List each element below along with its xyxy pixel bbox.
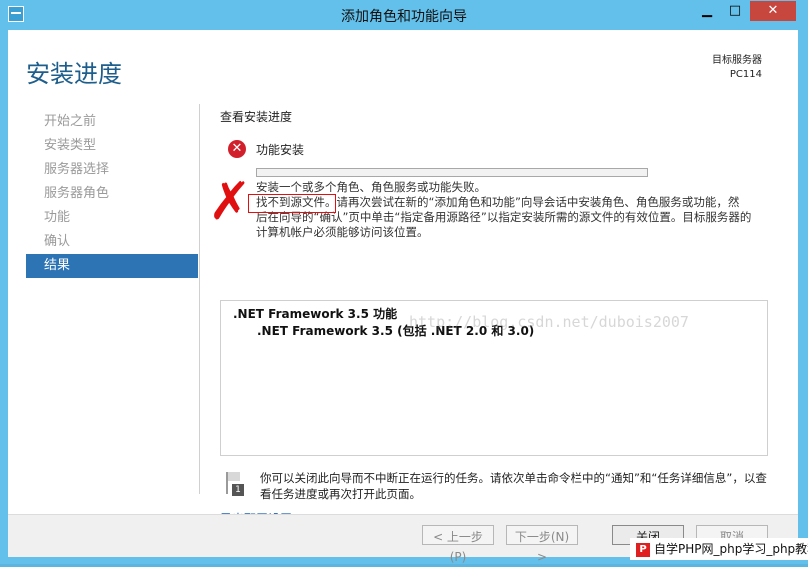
install-progress-bar (256, 168, 648, 177)
window-title: 添加角色和功能向导 (341, 9, 467, 25)
flag-notification-icon: 1 (226, 472, 244, 496)
site-badge-text: 自学PHP网_php学习_php教程 (654, 542, 808, 556)
nav-item-results[interactable]: 结果 (26, 254, 198, 278)
progress-fill (257, 169, 647, 176)
status-label: 功能安装 (256, 143, 305, 157)
minimize-button[interactable]: ▁ (694, 1, 720, 21)
nav-item-features[interactable]: 功能 (26, 206, 198, 230)
previous-button[interactable]: < 上一步(P) (422, 525, 494, 564)
nav-item-server-roles[interactable]: 服务器角色 (26, 182, 198, 206)
nav-item-installation-type[interactable]: 安装类型 (26, 134, 198, 158)
nav-divider (199, 104, 200, 494)
wizard-body: 安装进度 目标服务器 PC114 开始之前 安装类型 服务器选择 服务器角色 功… (8, 30, 798, 564)
failure-line: 计算机帐户必须能够访问该位置。 (256, 225, 429, 239)
maximize-button[interactable]: □ (722, 1, 748, 21)
target-server: 目标服务器 PC114 (712, 54, 762, 82)
nav-item-before-you-begin[interactable]: 开始之前 (26, 110, 198, 134)
target-server-label: 目标服务器 (712, 55, 762, 66)
failure-line: 安装一个或多个角色、角色服务或功能失败。 (256, 180, 486, 194)
next-button[interactable]: 下一步(N) > (506, 525, 578, 564)
wizard-window: 添加角色和功能向导 ▁ □ ✕ 安装进度 目标服务器 PC114 开始之前 安装… (0, 0, 808, 564)
nav-item-server-selection[interactable]: 服务器选择 (26, 158, 198, 182)
page-title: 安装进度 (26, 60, 122, 88)
result-feature: .NET Framework 3.5 功能 (233, 307, 398, 321)
highlight-box-annotation (248, 194, 336, 213)
notice-text: 你可以关闭此向导而不中断正在运行的任务。请依次单击命令栏中的“通知”和“任务详细… (260, 471, 767, 501)
nav-item-confirmation[interactable]: 确认 (26, 230, 198, 254)
title-bar[interactable]: 添加角色和功能向导 ▁ □ ✕ (0, 0, 808, 28)
target-server-value: PC114 (729, 69, 762, 80)
results-list[interactable]: .NET Framework 3.5 功能 .NET Framework 3.5… (220, 300, 768, 456)
blog-watermark: http://blog.csdn.net/dubois2007 (409, 313, 689, 331)
main-content: 查看安装进度 ✕ 功能安装 安装一个或多个角色、角色服务或功能失败。 找不到源文… (208, 108, 780, 526)
site-badge: P 自学PHP网_php学习_php教程 (630, 538, 808, 560)
php-site-logo-icon: P (636, 542, 650, 557)
section-title: 查看安装进度 (220, 110, 293, 124)
red-cross-annotation-icon: ✗ (208, 172, 252, 232)
error-icon: ✕ (228, 140, 246, 158)
wizard-steps-nav: 开始之前 安装类型 服务器选择 服务器角色 功能 确认 结果 (26, 110, 198, 278)
close-window-button[interactable]: ✕ (750, 1, 796, 21)
